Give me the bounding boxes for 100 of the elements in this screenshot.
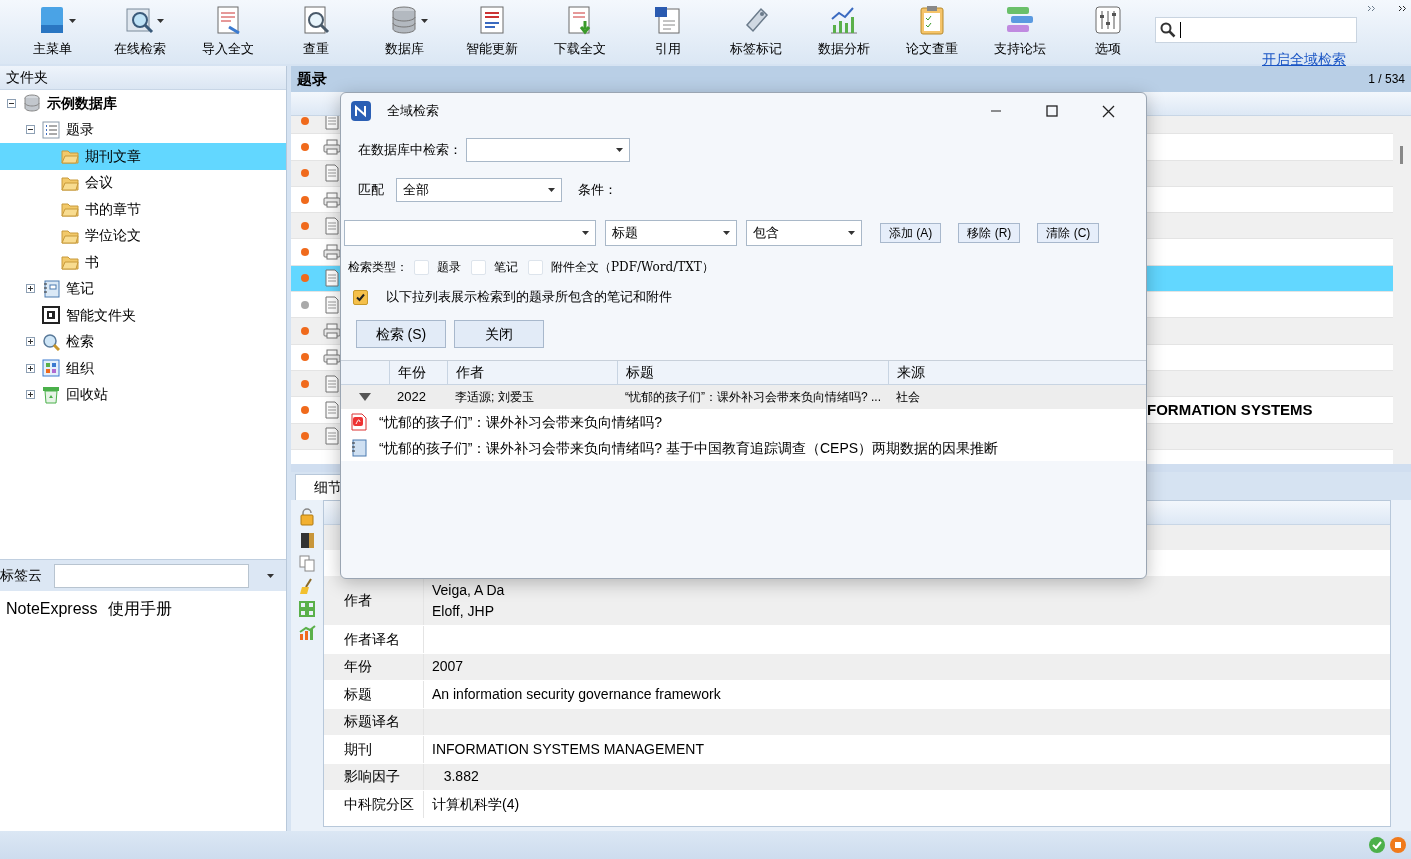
tree-item[interactable]: 题录 <box>0 116 286 143</box>
grid-icon <box>298 600 316 618</box>
condition-button[interactable]: 移除 (R) <box>958 223 1021 243</box>
caret-icon <box>421 19 428 23</box>
toolbar-button[interactable]: 下载全文 <box>536 3 624 61</box>
list-icon <box>42 120 60 139</box>
tree-item[interactable]: 书的章节 <box>0 196 286 223</box>
expand-toggle-icon[interactable] <box>26 363 35 373</box>
tree-item[interactable]: 学位论文 <box>0 222 286 249</box>
checkbox-label: 题录 <box>437 259 461 276</box>
column-header[interactable]: 作者 <box>447 361 617 384</box>
tree-item[interactable]: 检索 <box>0 328 286 355</box>
field-dropdown[interactable]: 标题 <box>605 220 737 246</box>
database-dropdown[interactable] <box>466 138 630 162</box>
folder-icon <box>61 254 79 271</box>
field-value: Eloff, JHP <box>432 601 495 621</box>
condition-value-dropdown[interactable] <box>344 220 596 246</box>
field-label: 中科院分区 <box>324 791 424 818</box>
chevrons-icon <box>1367 5 1376 12</box>
match-dropdown[interactable]: 全部 <box>396 178 562 202</box>
global-search-link[interactable]: 开启全域检索 <box>1262 49 1346 70</box>
folder-icon <box>61 201 79 218</box>
search-button[interactable]: 检索 (S) <box>356 320 446 348</box>
caret-icon <box>848 231 855 235</box>
maximize-icon <box>1046 105 1058 117</box>
expand-toggle-icon[interactable] <box>26 390 35 400</box>
expand-toggle-icon[interactable] <box>26 337 35 347</box>
panel-title: 标签云 <box>0 566 43 585</box>
tag-link[interactable]: 使用手册 <box>107 597 172 621</box>
panel-title: 题录 <box>297 68 327 89</box>
tree-item[interactable]: 书 <box>0 249 286 276</box>
tree-item[interactable]: 智能文件夹 <box>0 302 286 329</box>
toolbar-button[interactable]: 在线检索 <box>96 3 184 61</box>
tree-item[interactable]: 回收站 <box>0 381 286 408</box>
collapse-triangle-icon[interactable] <box>359 392 371 402</box>
grid-button[interactable] <box>296 598 318 620</box>
app-logo-icon <box>351 101 371 121</box>
caret-icon <box>69 19 76 23</box>
field-label: 检索类型： <box>348 259 408 276</box>
chart-icon <box>298 623 316 641</box>
table-cell-text: 社会 <box>895 389 921 406</box>
caret-icon <box>616 148 623 152</box>
checkbox[interactable] <box>353 289 368 305</box>
tree-item[interactable]: 示例数据库 <box>0 90 286 117</box>
toolbar-button[interactable]: 数据分析 <box>800 3 888 61</box>
column-header[interactable]: 年份 <box>389 361 447 384</box>
dialog-title: 全域检索 <box>387 102 439 121</box>
field-value: INFORMATION SYSTEMS MANAGEMENT <box>432 739 704 759</box>
panel-title: 文件夹 <box>6 68 48 87</box>
toolbar-button[interactable]: 智能更新 <box>448 3 536 61</box>
field-label: 期刊 <box>324 736 424 763</box>
toolbar-button[interactable]: 论文查重 <box>888 3 976 61</box>
close-icon <box>1101 104 1115 118</box>
toolbar-button[interactable]: 选项 <box>1064 3 1152 61</box>
tag-filter-field[interactable] <box>54 563 249 588</box>
caret-icon <box>157 19 164 23</box>
field-value: An information security governance framework <box>432 684 721 704</box>
field-value: 3.882 <box>442 767 479 787</box>
table-cell-text: 李适源; 刘爱玉 <box>454 389 535 406</box>
condition-button[interactable]: 清除 (C) <box>1037 223 1100 243</box>
field-value: 2007 <box>432 657 464 677</box>
column-header[interactable]: 来源 <box>888 361 1138 384</box>
door-icon <box>298 531 316 549</box>
toolbar-button[interactable]: 导入全文 <box>184 3 272 61</box>
attachment-row[interactable]: “忧郁的孩子们”：课外补习会带来负向情绪吗? <box>341 409 1146 435</box>
folder-icon <box>61 174 79 191</box>
tree-item[interactable]: 期刊文章 <box>0 143 286 170</box>
toolbar-button[interactable]: 引用 <box>624 3 712 61</box>
toolbar-button[interactable]: 支持论坛 <box>976 3 1064 61</box>
attachment-row[interactable]: “忧郁的孩子们”：课外补习会带来负向情绪吗? 基于中国教育追踪调查（CEPS）两期数据的因果推断 <box>341 435 1146 461</box>
collapse-toggle-icon[interactable] <box>26 125 35 135</box>
search-icon <box>1160 22 1176 38</box>
recycle-bin-icon <box>42 385 60 404</box>
tree-item[interactable]: 会议 <box>0 169 286 196</box>
scrollbar-thumb[interactable] <box>1400 146 1403 164</box>
tree-item[interactable]: 笔记 <box>0 275 286 302</box>
operator-dropdown[interactable]: 包含 <box>746 220 862 246</box>
toolbar-button[interactable]: 数据库 <box>360 3 448 61</box>
folder-icon <box>61 227 79 244</box>
column-header[interactable]: 标题 <box>617 361 888 384</box>
tree-item[interactable]: 组织 <box>0 355 286 382</box>
collapse-toggle-icon[interactable] <box>7 98 16 108</box>
table-cell-text: “忧郁的孩子们”：课外补习会带来负向情绪吗? ... <box>624 389 882 406</box>
search-field[interactable] <box>1155 17 1357 43</box>
stop-circle-icon <box>1389 836 1407 854</box>
field-label: 标题译名 <box>324 708 424 735</box>
table-cell-text: 2022 <box>396 388 427 407</box>
toolbar-button[interactable]: 标签标记 <box>712 3 800 61</box>
padlock-icon <box>298 508 316 526</box>
search-icon <box>42 332 60 351</box>
toolbar-button[interactable]: 主菜单 <box>8 3 96 61</box>
tag-link[interactable]: NoteExpress <box>6 597 98 621</box>
table-cell-text: FORMATION SYSTEMS <box>1147 399 1313 420</box>
toolbar-button[interactable]: 查重 <box>272 3 360 61</box>
field-label: 标题 <box>324 681 424 708</box>
caret-icon <box>723 231 730 235</box>
expand-toggle-icon[interactable] <box>26 284 35 294</box>
close-dialog-button[interactable]: 关闭 <box>454 320 544 348</box>
database-icon <box>23 94 41 113</box>
condition-button[interactable]: 添加 (A) <box>880 223 942 243</box>
